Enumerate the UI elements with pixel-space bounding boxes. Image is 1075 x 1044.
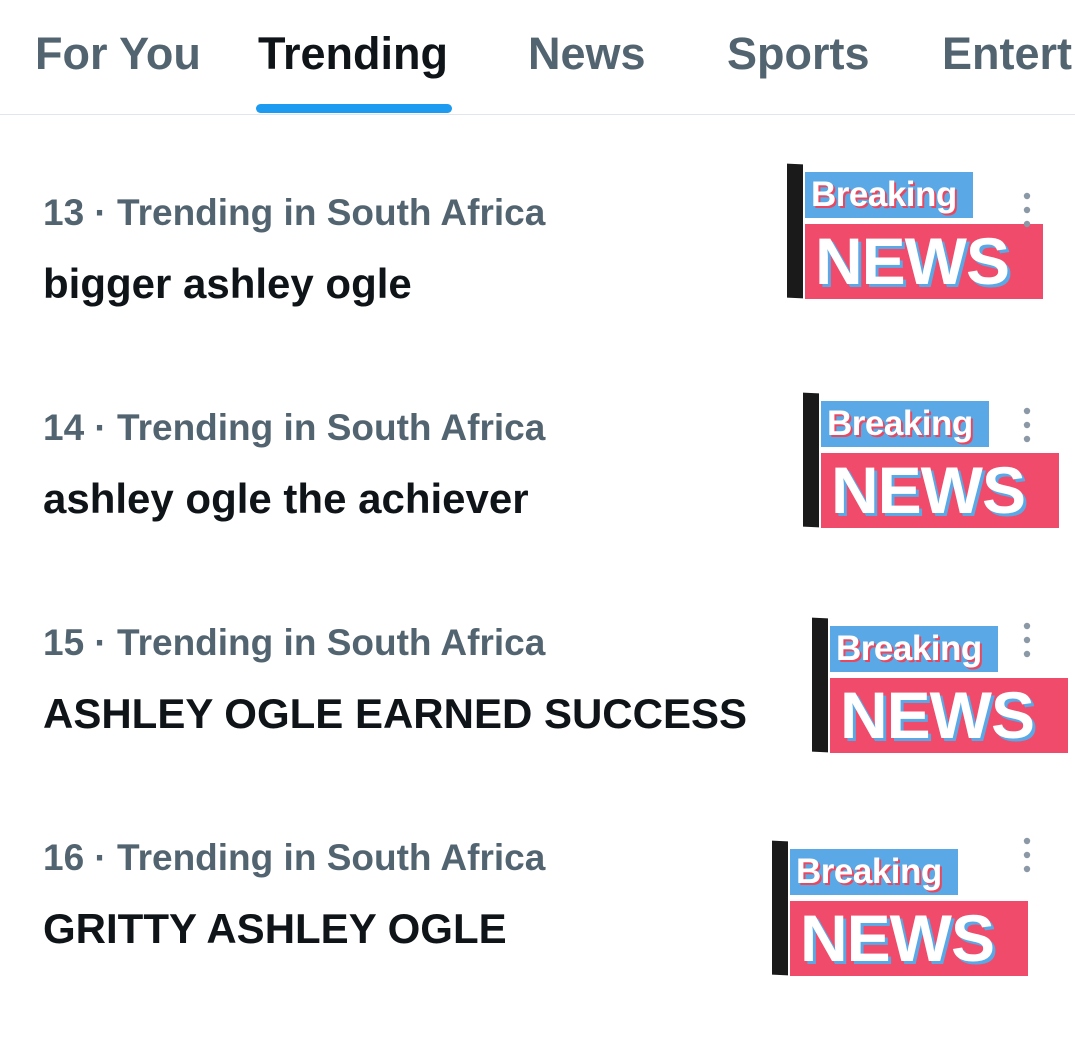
more-vertical-icon[interactable] bbox=[1022, 407, 1032, 443]
trend-item[interactable]: 13 · Trending in South Africa bigger ash… bbox=[0, 150, 1075, 365]
trend-meta: 13 · Trending in South Africa bbox=[43, 192, 546, 233]
tab-sports[interactable]: Sports bbox=[727, 28, 870, 80]
trend-meta: 14 · Trending in South Africa bbox=[43, 407, 546, 448]
trend-title[interactable]: GRITTY ASHLEY OGLE bbox=[43, 905, 507, 953]
trend-thumbnail: Breaking NEWS bbox=[772, 840, 1032, 981]
thumbnail-breaking-label: Breaking bbox=[790, 849, 958, 895]
thumbnail-news-label: NEWS bbox=[821, 453, 1059, 528]
active-tab-indicator bbox=[256, 104, 452, 113]
tab-for-you[interactable]: For You bbox=[35, 28, 201, 80]
trend-title[interactable]: bigger ashley ogle bbox=[43, 260, 412, 308]
thumbnail-breaking-label: Breaking bbox=[821, 401, 989, 447]
more-vertical-icon[interactable] bbox=[1022, 192, 1032, 228]
trend-meta: 16 · Trending in South Africa bbox=[43, 837, 546, 878]
trend-meta: 15 · Trending in South Africa bbox=[43, 622, 546, 663]
thumbnail-breaking-label: Breaking bbox=[805, 172, 973, 218]
tab-trending[interactable]: Trending bbox=[258, 28, 448, 80]
tab-entertainment[interactable]: Entert bbox=[942, 28, 1072, 80]
thumbnail-news-label: NEWS bbox=[790, 901, 1028, 976]
trend-thumbnail: Breaking NEWS bbox=[787, 163, 1047, 304]
tab-bar: For You Trending News Sports Entert bbox=[0, 0, 1075, 115]
trend-thumbnail: Breaking NEWS bbox=[812, 617, 1072, 758]
tab-news[interactable]: News bbox=[528, 28, 646, 80]
more-vertical-icon[interactable] bbox=[1022, 837, 1032, 873]
trend-item[interactable]: 16 · Trending in South Africa GRITTY ASH… bbox=[0, 795, 1075, 1010]
trend-title[interactable]: ashley ogle the achiever bbox=[43, 475, 529, 523]
thumbnail-breaking-label: Breaking bbox=[830, 626, 998, 672]
more-vertical-icon[interactable] bbox=[1022, 622, 1032, 658]
thumbnail-news-label: NEWS bbox=[830, 678, 1068, 753]
trend-title[interactable]: ASHLEY OGLE EARNED SUCCESS bbox=[43, 690, 747, 738]
trend-item[interactable]: 14 · Trending in South Africa ashley ogl… bbox=[0, 365, 1075, 580]
thumbnail-news-label: NEWS bbox=[805, 224, 1043, 299]
trend-item[interactable]: 15 · Trending in South Africa ASHLEY OGL… bbox=[0, 580, 1075, 795]
